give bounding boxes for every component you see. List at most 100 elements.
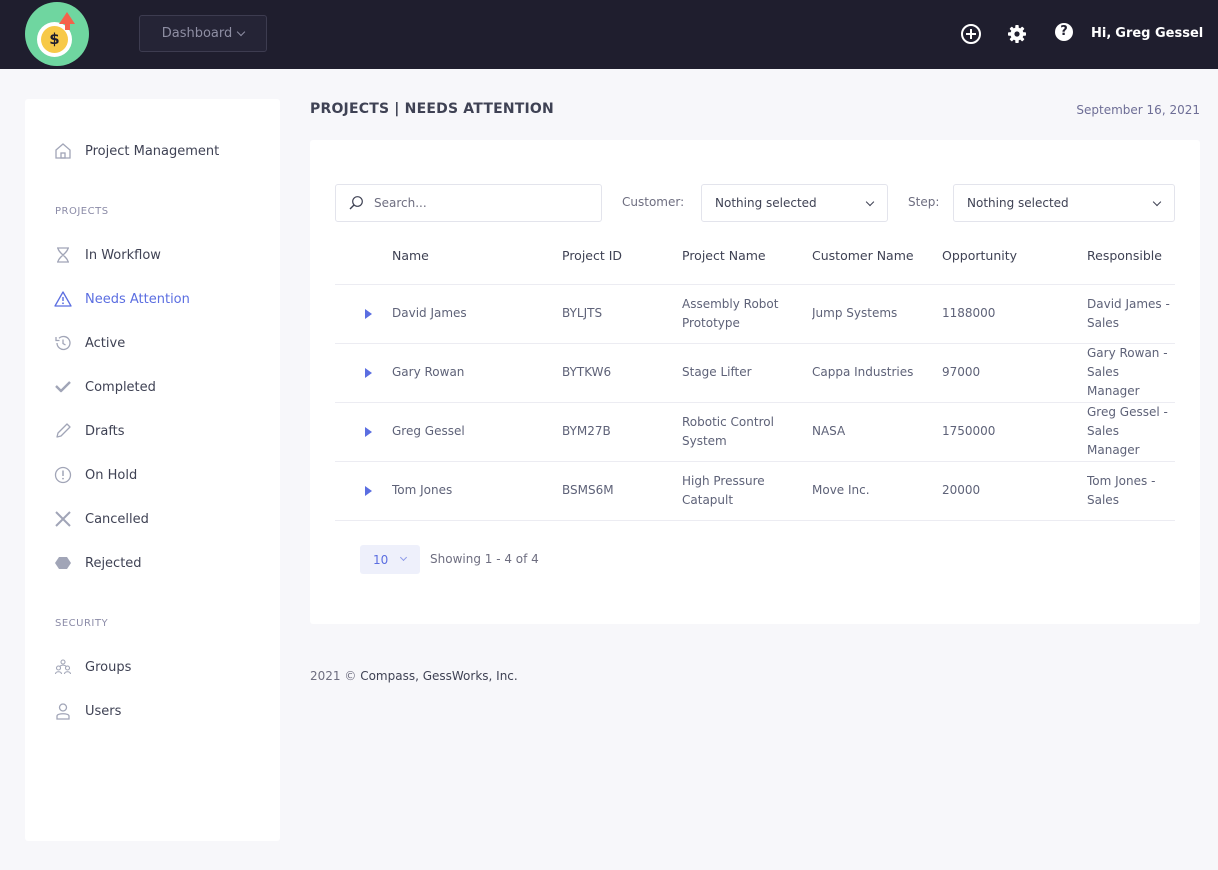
- sidebar: Project Management PROJECTS In Workflow …: [25, 99, 280, 841]
- gear-icon[interactable]: [1007, 24, 1027, 44]
- step-filter-label: Step:: [908, 195, 940, 209]
- projects-card: Customer: Nothing selected Step: Nothing…: [310, 140, 1200, 624]
- section-label-security: SECURITY: [55, 618, 109, 629]
- cell-customer: Cappa Industries: [812, 343, 942, 403]
- search-icon: [348, 195, 364, 211]
- cell-opportunity: 97000: [942, 343, 1087, 403]
- cell-customer-text: Cappa Industries: [812, 365, 914, 379]
- table-row[interactable]: Tom Jones BSMS6M High Pressure Catapult …: [335, 461, 1175, 521]
- projects-table: Name Project ID Project Name Customer Na…: [335, 228, 1175, 521]
- groups-icon: [53, 657, 73, 677]
- step-select[interactable]: Nothing selected: [953, 184, 1175, 222]
- cell-responsible-text: David James - Sales: [1087, 296, 1170, 330]
- chevron-down-icon: [1152, 197, 1162, 207]
- cell-opportunity: 1188000: [942, 284, 1087, 344]
- sidebar-item-label: In Workflow: [85, 247, 161, 263]
- sidebar-item-label: Needs Attention: [85, 291, 190, 307]
- customer-select[interactable]: Nothing selected: [701, 184, 888, 222]
- sidebar-item-active[interactable]: Active: [53, 331, 125, 355]
- sidebar-item-project-management[interactable]: Project Management: [53, 139, 219, 163]
- cell-name: Tom Jones: [392, 461, 562, 521]
- footer-company-link[interactable]: Compass, GessWorks, Inc.: [360, 669, 518, 683]
- cell-customer: NASA: [812, 402, 942, 462]
- search-box[interactable]: [335, 184, 602, 222]
- sidebar-item-drafts[interactable]: Drafts: [53, 419, 125, 443]
- cell-project-id: BSMS6M: [562, 461, 682, 521]
- column-header-project-id[interactable]: Project ID: [562, 228, 682, 285]
- sidebar-item-needs-attention[interactable]: Needs Attention: [53, 287, 190, 311]
- sidebar-item-label: On Hold: [85, 467, 138, 483]
- sidebar-item-users[interactable]: Users: [53, 699, 121, 723]
- sidebar-item-label: Completed: [85, 379, 156, 395]
- greeting-hi: Hi,: [1091, 26, 1112, 41]
- x-icon: [53, 509, 73, 529]
- sidebar-item-label: Groups: [85, 659, 132, 675]
- expand-row-icon[interactable]: [365, 426, 372, 437]
- row-expand-cell[interactable]: [335, 402, 392, 462]
- top-navbar: $ Dashboard ? Hi, Greg Gessel: [0, 0, 1218, 69]
- column-header-name[interactable]: Name: [392, 228, 562, 285]
- sidebar-item-cancelled[interactable]: Cancelled: [53, 507, 149, 531]
- up-arrow-stem: [65, 22, 70, 30]
- sidebar-item-completed[interactable]: Completed: [53, 375, 156, 399]
- dashboard-dropdown[interactable]: Dashboard: [139, 15, 267, 52]
- cell-responsible-text: Tom Jones - Sales: [1087, 473, 1156, 507]
- dashboard-label: Dashboard: [161, 26, 233, 41]
- expand-row-icon[interactable]: [365, 367, 372, 378]
- pencil-icon: [53, 421, 73, 441]
- footer: 2021 © Compass, GessWorks, Inc.: [310, 669, 518, 683]
- page-size-select[interactable]: 10: [360, 545, 420, 574]
- page-size-value: 10: [373, 552, 389, 567]
- row-expand-cell[interactable]: [335, 461, 392, 521]
- warning-icon: [53, 289, 73, 309]
- exclamation-circle-icon: [53, 465, 73, 485]
- row-expand-cell[interactable]: [335, 343, 392, 403]
- cell-responsible: Gary Rowan - Sales Manager: [1087, 343, 1175, 403]
- sidebar-item-rejected[interactable]: Rejected: [53, 551, 142, 575]
- cell-responsible: Tom Jones - Sales: [1087, 461, 1175, 521]
- footer-year: 2021 ©: [310, 669, 357, 683]
- hourglass-icon: [53, 245, 73, 265]
- user-greeting[interactable]: Hi, Greg Gessel: [1091, 26, 1203, 41]
- history-icon: [53, 333, 73, 353]
- cell-responsible: David James - Sales: [1087, 284, 1175, 344]
- cell-responsible-text: Gary Rowan - Sales Manager: [1087, 346, 1168, 398]
- cell-project-name-text: Assembly Robot Prototype: [682, 296, 779, 330]
- home-icon: [53, 141, 73, 161]
- expand-row-icon[interactable]: [365, 485, 372, 496]
- logo[interactable]: $: [25, 2, 89, 66]
- sidebar-item-on-hold[interactable]: On Hold: [53, 463, 137, 487]
- user-name: Greg Gessel: [1115, 26, 1204, 41]
- add-circle-icon[interactable]: [961, 24, 981, 44]
- cell-project-name: Stage Lifter: [682, 343, 812, 403]
- sidebar-item-groups[interactable]: Groups: [53, 655, 131, 679]
- cell-responsible: Greg Gessel - Sales Manager: [1087, 402, 1175, 462]
- cell-name: Gary Rowan: [392, 343, 562, 403]
- column-header-responsible[interactable]: Responsible: [1087, 228, 1175, 285]
- search-input[interactable]: [374, 196, 584, 210]
- chevron-down-icon: [865, 197, 875, 207]
- column-header-expand: [335, 228, 392, 285]
- row-expand-cell[interactable]: [335, 284, 392, 344]
- table-row[interactable]: David James BYLJTS Assembly Robot Protot…: [335, 284, 1175, 344]
- page-title: PROJECTS | NEEDS ATTENTION: [310, 101, 554, 117]
- customer-select-value: Nothing selected: [715, 196, 817, 210]
- cell-responsible-text: Greg Gessel - Sales Manager: [1087, 405, 1168, 457]
- column-header-project-name[interactable]: Project Name: [682, 228, 812, 285]
- page-date: September 16, 2021: [1076, 103, 1200, 117]
- expand-row-icon[interactable]: [365, 308, 372, 319]
- cell-project-name: Robotic Control System: [682, 402, 812, 462]
- table-header-row: Name Project ID Project Name Customer Na…: [335, 228, 1175, 285]
- table-row[interactable]: Gary Rowan BYTKW6 Stage Lifter Cappa Ind…: [335, 343, 1175, 403]
- table-row[interactable]: Greg Gessel BYM27B Robotic Control Syste…: [335, 402, 1175, 462]
- help-icon[interactable]: ?: [1055, 23, 1073, 41]
- sidebar-item-label: Rejected: [85, 555, 142, 571]
- cell-customer: Move Inc.: [812, 461, 942, 521]
- cell-project-name: High Pressure Catapult: [682, 461, 812, 521]
- sidebar-item-in-workflow[interactable]: In Workflow: [53, 243, 161, 267]
- cell-customer-text: Move Inc.: [812, 483, 870, 497]
- column-header-opportunity[interactable]: Opportunity: [942, 228, 1087, 285]
- pagination-info: Showing 1 - 4 of 4: [430, 552, 539, 566]
- customer-filter-label: Customer:: [622, 195, 685, 209]
- column-header-customer-name[interactable]: Customer Name: [812, 228, 942, 285]
